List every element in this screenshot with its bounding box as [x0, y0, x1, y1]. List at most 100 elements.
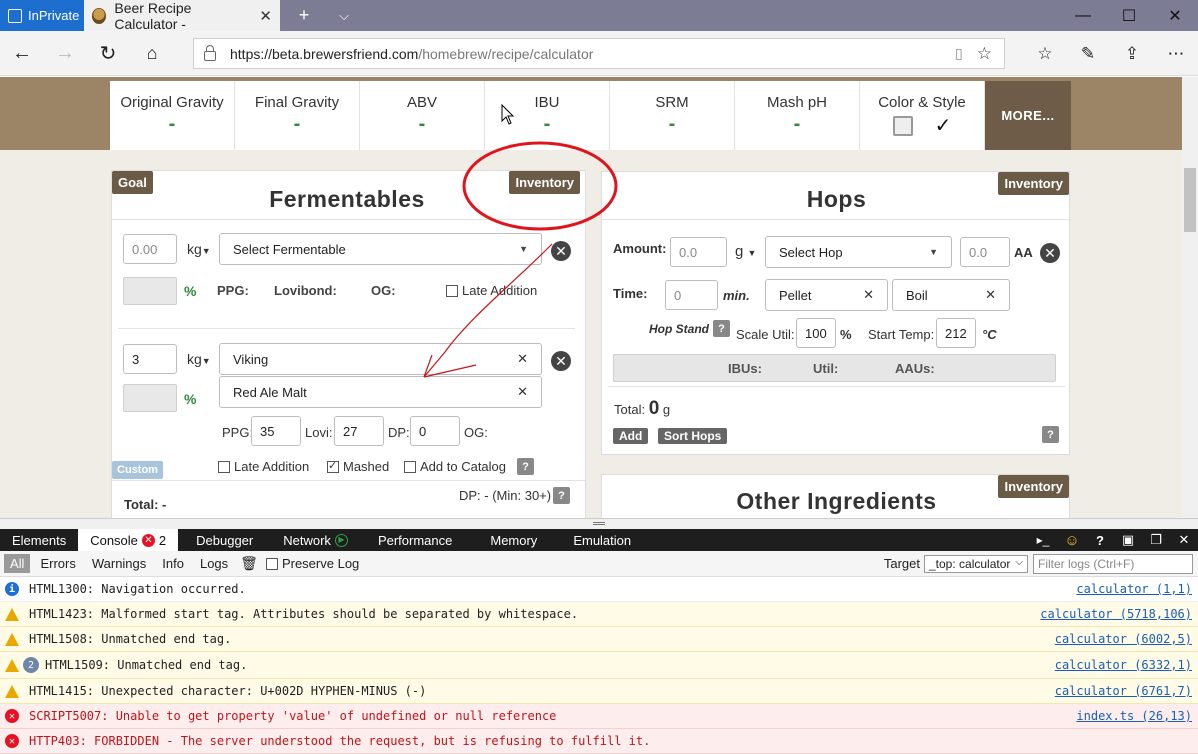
page-scrollbar-thumb[interactable]	[1184, 168, 1196, 232]
record-icon[interactable]: ▶	[334, 533, 348, 547]
tab-debugger[interactable]: Debugger	[178, 529, 265, 551]
clear-console-trash-icon[interactable]: 🗑	[240, 555, 258, 572]
new-tab-icon[interactable]: +	[280, 0, 328, 31]
inprivate-icon	[8, 8, 22, 23]
console-message: ✕ HTTP403: FORBIDDEN - The server unders…	[0, 729, 1198, 754]
tab-list-chevron-icon[interactable]: ⌵	[328, 0, 360, 31]
warning-icon	[5, 684, 19, 698]
tab-console-label: Console	[90, 532, 138, 548]
warning-icon	[5, 658, 19, 672]
preserve-log-checkbox[interactable]: Preserve Log	[265, 556, 360, 571]
reading-view-icon[interactable]: ▯	[955, 45, 963, 62]
console-message: ✕ SCRIPT5007: Unable to get property 'va…	[0, 704, 1198, 729]
message-text: SCRIPT5007: Unable to get property 'valu…	[29, 709, 557, 723]
message-source-link[interactable]: calculator (1,1)	[1076, 582, 1192, 596]
back-icon[interactable]: ←	[2, 31, 42, 76]
console-message: HTML1415: Unexpected character: U+002D H…	[0, 679, 1198, 704]
share-icon[interactable]: ⇪	[1112, 31, 1152, 76]
warning-icon	[5, 632, 19, 646]
forward-icon[interactable]: →	[45, 31, 85, 76]
devtools-tab-bar: Elements Console ✕ 2 Debugger Network ▶ …	[0, 529, 1198, 551]
tab-network-label: Network	[283, 532, 331, 548]
console-error-count: 2	[158, 532, 167, 548]
devtools-splitter[interactable]	[0, 518, 1198, 529]
help-icon[interactable]: ?	[1086, 533, 1114, 548]
favorites-list-icon[interactable]: ☆	[1025, 31, 1065, 76]
message-source-link[interactable]: calculator (6002,5)	[1055, 632, 1192, 646]
annotation-arrow-head	[423, 354, 477, 378]
error-icon: ✕	[5, 734, 19, 748]
target-value: _top: calculator	[929, 556, 1011, 571]
filter-logs[interactable]: Logs	[194, 554, 234, 573]
lock-icon	[204, 44, 216, 61]
pen-icon[interactable]: ✎	[1068, 31, 1108, 76]
browser-title-bar: InPrivate Beer Recipe Calculator - ✕ + ⌵…	[0, 0, 1198, 32]
filter-all[interactable]: All	[4, 554, 31, 573]
error-icon: ✕	[5, 709, 19, 723]
inprivate-indicator: InPrivate	[0, 0, 84, 31]
tab-console[interactable]: Console ✕ 2	[78, 529, 179, 551]
undock-icon[interactable]: ❐	[1142, 532, 1170, 548]
dock-icon[interactable]: ▣	[1114, 532, 1142, 548]
tab-title: Beer Recipe Calculator -	[114, 0, 192, 32]
favorite-star-icon[interactable]: ☆	[977, 44, 992, 64]
filter-errors[interactable]: Errors	[34, 554, 81, 573]
annotation-circle	[462, 141, 618, 231]
inprivate-label: InPrivate	[28, 8, 80, 23]
red-annotation	[423, 141, 618, 378]
filter-logs-input[interactable]: Filter logs (Ctrl+F)	[1033, 553, 1193, 574]
message-text: HTML1415: Unexpected character: U+002D H…	[29, 684, 427, 698]
message-text: HTTP403: FORBIDDEN - The server understo…	[29, 734, 651, 748]
message-text: HTML1509: Unmatched end tag.	[45, 658, 248, 672]
annotation-arrow-line	[423, 243, 553, 378]
filter-info[interactable]: Info	[156, 554, 190, 573]
url-field[interactable]: https://beta.brewersfriend.com /homebrew…	[193, 38, 1005, 69]
more-icon[interactable]: ⋯	[1156, 31, 1196, 76]
browser-tab[interactable]: Beer Recipe Calculator - ✕	[84, 0, 280, 32]
message-source-link[interactable]: index.ts (26,13)	[1076, 709, 1192, 723]
console-message: HTML1508: Unmatched end tag. calculator …	[0, 627, 1198, 652]
message-source-link[interactable]: calculator (6761,7)	[1055, 684, 1192, 698]
chevron-down-icon: ⌵	[1015, 556, 1023, 568]
page-scrollbar[interactable]	[1182, 77, 1198, 518]
warning-icon	[5, 607, 19, 621]
console-message: 2 HTML1509: Unmatched end tag. calculato…	[0, 652, 1198, 679]
smiley-feedback-icon[interactable]: ☺	[1058, 532, 1086, 549]
preserve-log-label: Preserve Log	[281, 556, 360, 571]
mouse-cursor-icon	[501, 104, 515, 125]
tab-elements[interactable]: Elements	[0, 529, 78, 551]
beer-favicon-icon	[92, 7, 107, 24]
error-badge-icon: ✕	[141, 533, 155, 547]
tab-memory[interactable]: Memory	[464, 529, 549, 551]
console-toggle-icon[interactable]: ▸_	[1028, 533, 1058, 547]
console-message: i HTML1300: Navigation occurred. calcula…	[0, 577, 1198, 602]
message-source-link[interactable]: calculator (6332,1)	[1055, 658, 1192, 672]
home-icon[interactable]: ⌂	[132, 31, 172, 76]
tab-close-icon[interactable]: ✕	[259, 7, 272, 25]
tab-performance[interactable]: Performance	[360, 529, 464, 551]
page-content: Original Gravity - Final Gravity - ABV -…	[0, 77, 1182, 518]
refresh-icon[interactable]: ↻	[88, 31, 128, 76]
tab-emulation[interactable]: Emulation	[549, 529, 643, 551]
message-text: HTML1508: Unmatched end tag.	[29, 632, 232, 646]
minimize-icon[interactable]: —	[1060, 0, 1106, 31]
splitter-grip-icon[interactable]	[593, 522, 605, 525]
message-text: HTML1300: Navigation occurred.	[29, 582, 246, 596]
checkbox-box[interactable]	[265, 558, 278, 570]
repeat-count-badge: 2	[23, 657, 39, 673]
message-source-link[interactable]: calculator (5718,106)	[1040, 607, 1192, 621]
url-path: /homebrew/recipe/calculator	[418, 45, 594, 62]
console-message: HTML1423: Malformed start tag. Attribute…	[0, 602, 1198, 627]
console-filter-bar: All Errors Warnings Info Logs 🗑 Preserve…	[0, 551, 1198, 577]
url-host: https://beta.brewersfriend.com	[230, 45, 419, 62]
devtools-close-icon[interactable]: ✕	[1170, 532, 1198, 548]
tab-network[interactable]: Network ▶	[265, 529, 360, 551]
filter-warnings[interactable]: Warnings	[86, 554, 152, 573]
info-icon: i	[5, 582, 19, 596]
message-text: HTML1423: Malformed start tag. Attribute…	[29, 607, 579, 621]
maximize-icon[interactable]: ☐	[1106, 0, 1152, 31]
target-label: Target	[883, 556, 920, 571]
address-bar-row: ← → ↻ ⌂ https://beta.brewersfriend.com /…	[0, 31, 1198, 76]
window-close-icon[interactable]: ✕	[1152, 0, 1198, 31]
target-select[interactable]: _top: calculator ⌵	[924, 554, 1028, 573]
